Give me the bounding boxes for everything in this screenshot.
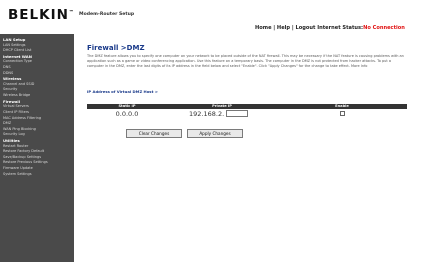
dmz-table-header: Static IP Private IP Enable (87, 104, 407, 109)
internet-status-label: Internet Status: (317, 25, 364, 31)
internet-status-value: No Connection (363, 25, 405, 31)
clear-changes-button[interactable]: Clear Changes (126, 129, 182, 138)
sidebar-item-system-settings[interactable]: System Settings (0, 172, 74, 178)
static-ip-value: 0.0.0.0 (115, 109, 139, 118)
top-bar: BELKIN™ Modem-Router Setup Home | Help |… (0, 0, 427, 34)
last-octet-input[interactable] (226, 110, 249, 117)
dmz-host-section-label: IP Address of Virtual DMZ Host > (87, 89, 158, 94)
product-title: Modem-Router Setup (79, 12, 135, 17)
enable-checkbox[interactable] (339, 111, 345, 116)
enable-cell (277, 111, 407, 116)
private-ip-cell: 192.168.2. (167, 110, 277, 118)
page-title: Firewall >DMZ (87, 44, 145, 52)
private-ip-header: Private IP (212, 104, 232, 108)
top-nav-links[interactable]: Home | Help | Logout (255, 25, 315, 31)
apply-changes-button[interactable]: Apply Changes (187, 129, 243, 138)
dmz-table: Static IP Private IP Enable 0.0.0.0 192.… (87, 104, 407, 118)
enable-header: Enable (335, 104, 349, 108)
sidebar-nav: LAN Setup LAN Settings DHCP Client List Int… (0, 34, 74, 262)
private-ip-prefix: 192.168.2. (189, 109, 225, 118)
static-ip-header: Static IP (118, 104, 136, 108)
top-links: Home | Help | Logout Internet Status:No … (255, 25, 405, 31)
main-content: Firewall >DMZ The DMZ feature allows you… (74, 34, 427, 262)
belkin-logo: BELKIN™ (8, 7, 74, 23)
table-row: 0.0.0.0 192.168.2. (87, 109, 407, 118)
dmz-description: The DMZ feature allows you to specify on… (87, 54, 404, 69)
